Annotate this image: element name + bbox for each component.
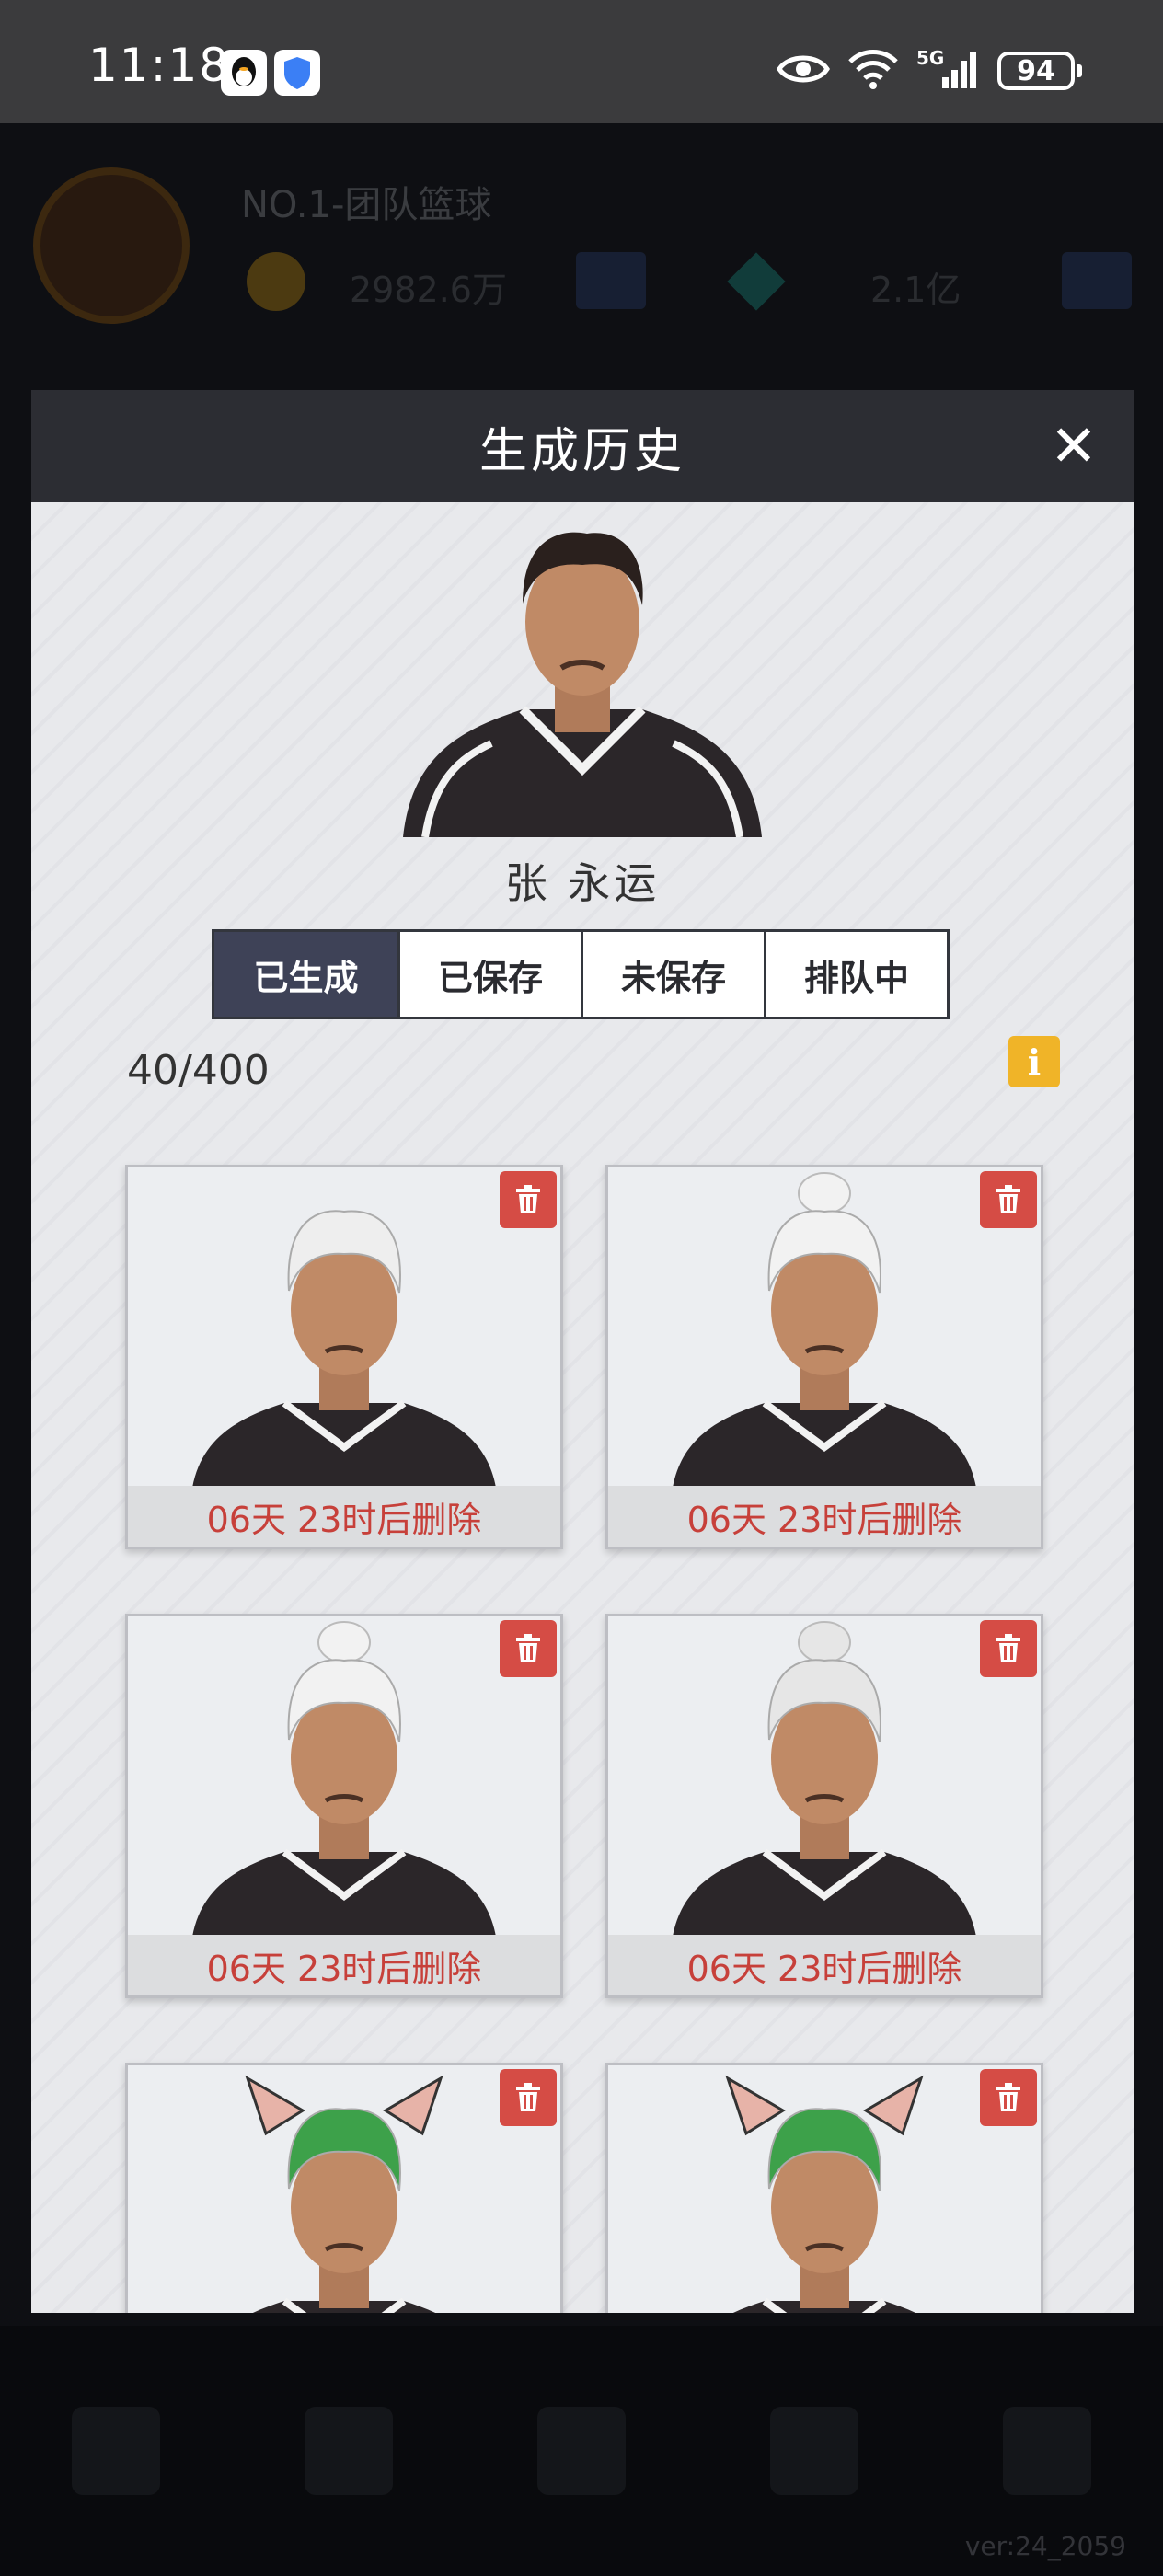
signal-5g-icon: 5G xyxy=(916,46,981,96)
trash-icon xyxy=(516,2083,540,2111)
trash-icon xyxy=(516,1634,540,1662)
avatar-card[interactable]: 06天 23时后删除 xyxy=(605,1165,1043,1549)
trash-icon xyxy=(996,1185,1020,1213)
close-icon: ✕ xyxy=(1050,412,1098,479)
avatar-card[interactable] xyxy=(605,2063,1043,2313)
modal-body: 张 永运 已生成 已保存 未保存 排队中 40/400 i 06天 23时后删除… xyxy=(31,502,1134,2313)
delete-button[interactable] xyxy=(500,2069,557,2126)
tab-saved[interactable]: 已保存 xyxy=(397,932,581,1017)
tab-generated[interactable]: 已生成 xyxy=(214,932,397,1017)
close-button[interactable]: ✕ xyxy=(1042,414,1106,478)
trash-icon xyxy=(996,2083,1020,2111)
status-time: 11:18 xyxy=(88,39,231,92)
delete-button[interactable] xyxy=(980,2069,1037,2126)
trash-icon xyxy=(516,1185,540,1213)
qq-icon xyxy=(221,50,267,96)
trash-icon xyxy=(996,1634,1020,1662)
avatar-portrait xyxy=(725,2075,924,2313)
wifi-icon xyxy=(846,47,900,95)
avatar-portrait xyxy=(192,1210,496,1488)
svg-text:5G: 5G xyxy=(916,47,944,69)
avatar-portrait xyxy=(673,1621,976,1937)
avatar-portrait xyxy=(673,1172,976,1488)
avatar-card[interactable]: 06天 23时后删除 xyxy=(125,1614,563,1998)
history-tabs: 已生成 已保存 未保存 排队中 xyxy=(212,929,950,1019)
status-bar: 11:18 5G 94 xyxy=(0,0,1163,123)
delete-countdown: 06天 23时后删除 xyxy=(128,1935,560,1995)
modal-title: 生成历史 xyxy=(478,423,685,479)
delete-countdown: 06天 23时后删除 xyxy=(128,1486,560,1547)
delete-countdown: 06天 23时后删除 xyxy=(608,1935,1041,1995)
generation-count: 40/400 xyxy=(127,1047,270,1094)
avatar-card[interactable]: 06天 23时后删除 xyxy=(605,1614,1043,1998)
avatar-card[interactable]: 06天 23时后删除 xyxy=(125,1165,563,1549)
info-icon: i xyxy=(1027,1041,1042,1083)
delete-button[interactable] xyxy=(980,1620,1037,1677)
battery-indicator: 94 xyxy=(997,52,1082,90)
info-button[interactable]: i xyxy=(1008,1036,1060,1087)
avatar-portrait xyxy=(192,1621,496,1937)
eye-icon xyxy=(777,51,830,91)
delete-button[interactable] xyxy=(980,1171,1037,1228)
avatar-portrait xyxy=(245,2075,443,2313)
modal-header: 生成历史 ✕ xyxy=(31,390,1134,502)
tab-unsaved[interactable]: 未保存 xyxy=(581,932,764,1017)
generation-history-modal: 生成历史 ✕ 张 永运 已生成 已保存 未保存 排队中 40/400 i 06天… xyxy=(31,390,1134,2313)
player-portrait xyxy=(403,532,762,837)
delete-countdown: 06天 23时后删除 xyxy=(608,1486,1041,1547)
shield-icon xyxy=(274,50,320,96)
avatar-card[interactable] xyxy=(125,2063,563,2313)
delete-button[interactable] xyxy=(500,1620,557,1677)
tab-queued[interactable]: 排队中 xyxy=(764,932,947,1017)
player-name: 张 永运 xyxy=(504,858,661,908)
delete-button[interactable] xyxy=(500,1171,557,1228)
